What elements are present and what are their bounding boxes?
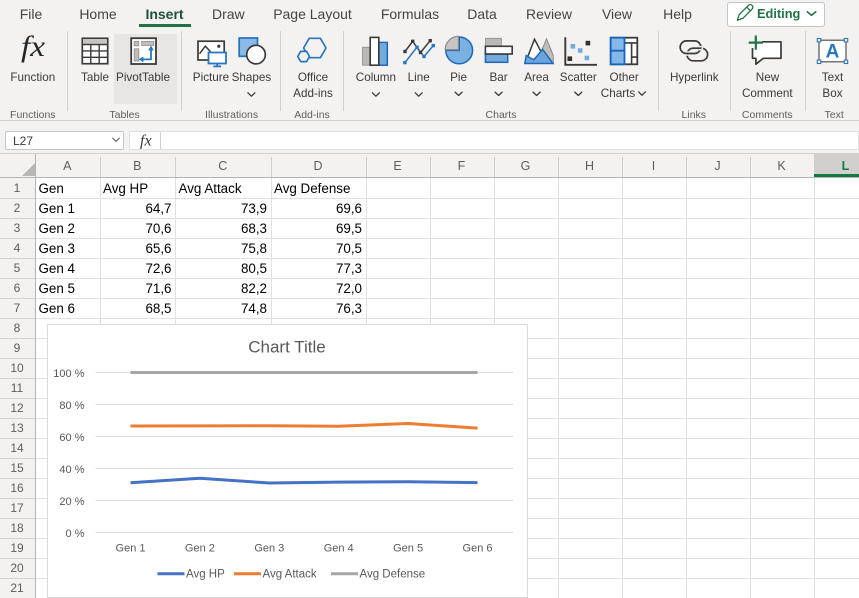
svg-text:Avg Defense: Avg Defense [359, 569, 425, 581]
svg-text:Gen 4: Gen 4 [323, 542, 353, 554]
svg-text:Gen 1: Gen 1 [115, 542, 145, 554]
svg-text:Avg Attack: Avg Attack [262, 569, 316, 581]
svg-text:Gen 6: Gen 6 [462, 542, 492, 554]
svg-text:80 %: 80 % [59, 400, 84, 412]
svg-text:60 %: 60 % [59, 432, 84, 444]
svg-text:0 %: 0 % [65, 528, 84, 540]
svg-text:Gen 3: Gen 3 [254, 542, 284, 554]
svg-text:Gen 5: Gen 5 [393, 542, 423, 554]
svg-text:Chart Title: Chart Title [248, 338, 325, 357]
svg-text:Avg HP: Avg HP [186, 569, 225, 581]
svg-text:100 %: 100 % [53, 368, 84, 380]
svg-text:20 %: 20 % [59, 496, 84, 508]
svg-text:40 %: 40 % [59, 464, 84, 476]
svg-text:Gen 2: Gen 2 [184, 542, 214, 554]
